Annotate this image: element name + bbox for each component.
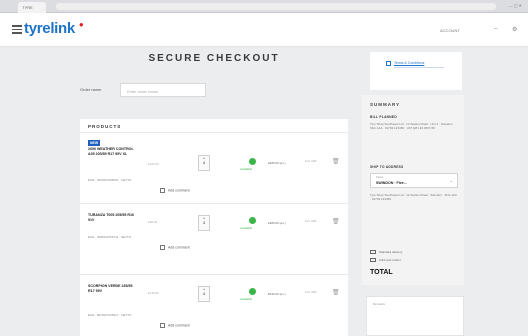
product-price: £120.00	[148, 162, 159, 166]
delivery-option[interactable]: Standard delivery	[370, 250, 402, 255]
product-row: TURANZA T005 205/55 R16 91V EAN - 328634…	[80, 205, 348, 275]
add-comment-button[interactable]: Add comment	[160, 188, 190, 193]
line-total: £380.00 (ex.)	[268, 221, 286, 225]
availability-check-icon	[249, 288, 256, 295]
page-title: SECURE CHECKOUT	[148, 53, 280, 64]
product-name[interactable]: 2690 WEATHER CONTROL A05 205/55 R17 95V …	[88, 147, 136, 157]
vat-note: incl. VAT	[305, 219, 317, 223]
account-link[interactable]: ACCOUNT	[440, 28, 460, 33]
terms-link[interactable]: Terms & Conditions	[394, 61, 424, 65]
collect-option[interactable]: Click and collect	[370, 258, 401, 263]
order-summary: SUMMARY BILL PLANNED Tyre Shop Southwest…	[362, 95, 464, 285]
select-hint: Select	[376, 176, 384, 179]
comment-icon	[160, 323, 165, 328]
window-controls[interactable]: — ▢ ✕	[509, 3, 522, 8]
order-ref-input[interactable]: Enter order name	[120, 83, 206, 97]
user-icon[interactable]: –	[494, 26, 497, 32]
delete-icon[interactable]: 🗑	[332, 158, 340, 165]
settings-icon[interactable]: ⚙	[512, 26, 517, 33]
vat-note: incl. VAT	[305, 290, 317, 294]
availability-check-icon	[249, 217, 256, 224]
availability-label: Available	[240, 167, 253, 171]
line-total: £540.00 (ex.)	[268, 292, 286, 296]
ship-address-select[interactable]: Select SWINDON · Flee... ⌄	[370, 173, 458, 188]
products-title: PRODUCTS	[88, 124, 122, 129]
product-row: SCORPION VERDE 235/55 R17 99V EAN - 8019…	[80, 276, 348, 336]
products-header: PRODUCTS	[80, 119, 348, 133]
selected-address: SWINDON · Flee...	[376, 181, 407, 185]
add-comment-button[interactable]: Add comment	[160, 323, 190, 328]
browser-tab[interactable]: TYRE	[18, 2, 46, 13]
summary-title: SUMMARY	[370, 102, 401, 107]
products-card: PRODUCTS NEW 2690 WEATHER CONTROL A05 20…	[80, 119, 348, 336]
browser-chrome: TYRE — ▢ ✕	[0, 0, 528, 13]
product-meta: EAN - 4250427406051 · NETTO	[88, 178, 132, 182]
divider	[394, 67, 444, 68]
delete-icon[interactable]: 🗑	[332, 218, 340, 225]
qty-value[interactable]: 4	[199, 220, 209, 226]
menu-icon[interactable]	[12, 25, 22, 34]
product-price: £135.00	[148, 291, 159, 295]
qty-value[interactable]: 4	[199, 160, 209, 166]
product-price: £95.00	[148, 220, 158, 224]
availability-label: Available	[240, 226, 253, 230]
remarks-textarea[interactable]: Remarks	[366, 296, 464, 336]
availability-check-icon	[249, 158, 256, 165]
quantity-stepper[interactable]: ▲ 4	[198, 215, 210, 231]
logo-mark-icon: ●	[78, 20, 84, 29]
bill-address: Tyre Shop Southwest Ltd · 12 Station Roa…	[370, 122, 455, 131]
quantity-stepper[interactable]: ▲ 4	[198, 155, 210, 171]
main-content: SECURE CHECKOUT Order name Enter order n…	[0, 47, 528, 336]
order-ref-label: Order name	[80, 87, 102, 92]
app-header: tyrelink ● ACCOUNT – ⚙	[0, 13, 528, 47]
chevron-down-icon[interactable]: ⌄	[450, 178, 453, 183]
qty-value[interactable]: 4	[199, 291, 209, 297]
comment-icon	[160, 188, 165, 193]
product-meta: EAN - 3286340759711 · NETTO	[88, 235, 132, 239]
remarks-placeholder: Remarks	[373, 302, 386, 306]
address-bar[interactable]	[56, 3, 496, 10]
store-icon	[370, 258, 376, 263]
comment-icon	[160, 245, 165, 250]
ship-address: Tyre Shop Southwest Ltd · 12 Station Roa…	[370, 193, 457, 202]
product-name[interactable]: SCORPION VERDE 235/55 R17 99V	[88, 284, 136, 294]
product-meta: EAN - 8019227245917 · NETTO	[88, 313, 132, 317]
product-row: NEW 2690 WEATHER CONTROL A05 205/55 R17 …	[80, 134, 348, 204]
bill-heading: BILL PLANNED	[370, 115, 397, 119]
total-label: TOTAL	[370, 269, 393, 276]
line-total: £480.00 (ex.)	[268, 161, 286, 165]
delete-icon[interactable]: 🗑	[332, 289, 340, 296]
add-comment-button[interactable]: Add comment	[160, 245, 190, 250]
terms-card: Terms & Conditions	[370, 52, 462, 90]
availability-label: Available	[240, 297, 253, 301]
logo[interactable]: tyrelink ●	[24, 20, 84, 37]
checkbox-icon[interactable]	[386, 61, 391, 66]
ship-heading: SHIP TO ADDRESS	[370, 165, 404, 169]
truck-icon	[370, 250, 376, 255]
quantity-stepper[interactable]: ▲ 4	[198, 286, 210, 302]
new-badge: NEW	[88, 140, 101, 146]
product-name[interactable]: TURANZA T005 205/55 R16 91V	[88, 213, 136, 223]
vat-note: incl. VAT	[305, 159, 317, 163]
